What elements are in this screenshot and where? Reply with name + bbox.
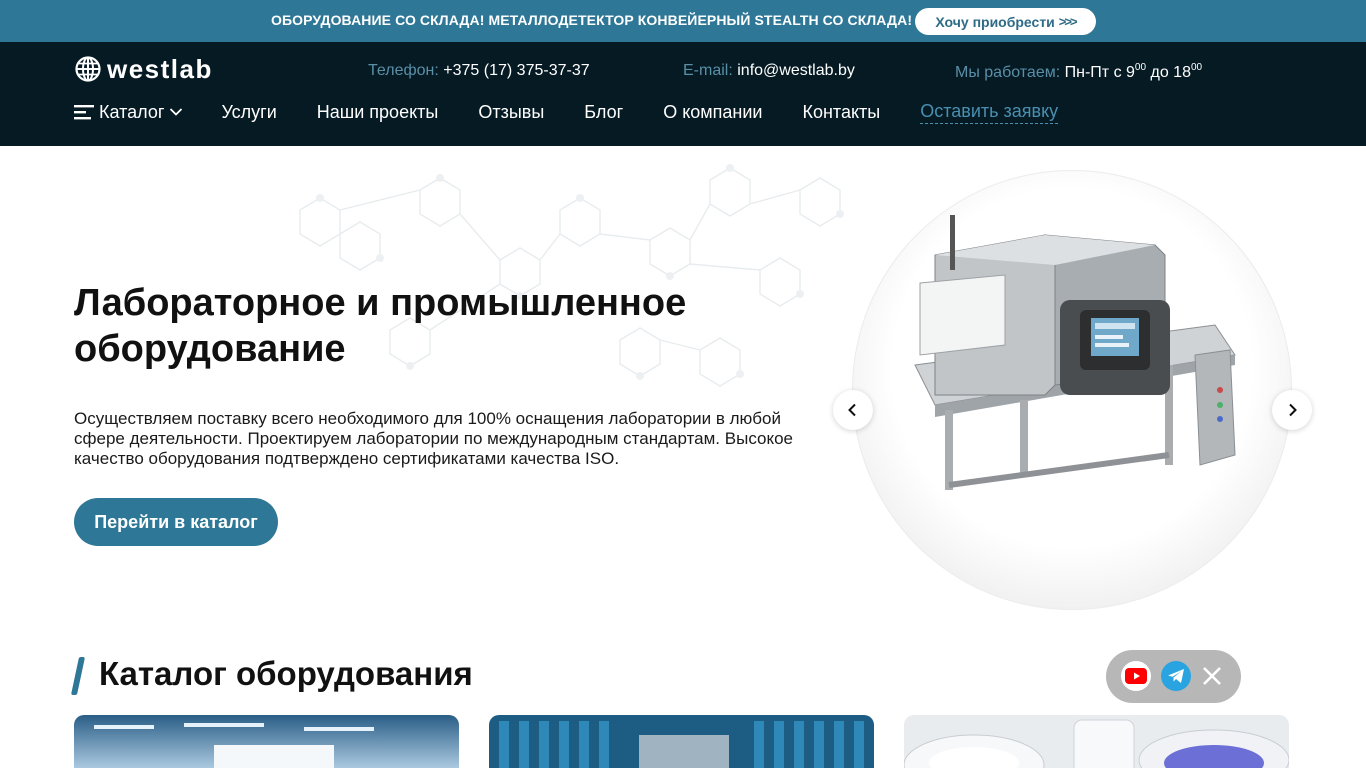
nav-projects[interactable]: Наши проекты [317,102,439,123]
close-widget-button[interactable] [1197,661,1227,691]
working-hours: Мы работаем: Пн-Пт с 900 до 1800 [955,62,1202,82]
slider-next-button[interactable] [1272,390,1312,430]
chevron-down-icon [170,108,183,116]
slider-prev-button[interactable] [833,390,873,430]
youtube-icon [1125,668,1147,684]
card-image-emc [489,715,874,768]
hero-title: Лабораторное и промышленное оборудование [74,282,687,370]
want-to-buy-button[interactable]: Хочу приобрести >>> [915,8,1096,35]
nav-leave-request[interactable]: Оставить заявку [920,101,1059,124]
nav-services[interactable]: Услуги [221,102,276,123]
section-accent-bar [70,657,86,695]
phone-label: Телефон: [368,62,439,79]
email-label: E-mail: [683,62,733,79]
metal-detector-image [914,215,1236,490]
want-to-buy-label: Хочу приобрести [935,13,1055,30]
close-icon [1203,667,1221,685]
email-link[interactable]: info@westlab.by [737,62,855,79]
hero-description: Осуществляем поставку всего необходимого… [74,409,793,468]
telegram-icon [1168,669,1184,683]
catalog-card-materials[interactable] [904,715,1289,768]
card-image-materials [904,715,1289,768]
nav-about[interactable]: О компании [663,102,762,123]
catalog-card-lab[interactable] [74,715,459,768]
hours-open-sup: 00 [1134,62,1147,73]
nav-contacts[interactable]: Контакты [802,102,880,123]
hours-days: Пн-Пт с 9 [1064,64,1135,81]
catalog-card-emc[interactable] [489,715,874,768]
promo-text: ОБОРУДОВАНИЕ СО СКЛАДА! МЕТАЛЛОДЕТЕКТОР … [271,12,913,28]
social-widget [1106,650,1241,703]
nav-catalog-label: Каталог [99,101,165,122]
menu-icon [74,105,94,120]
nav-catalog[interactable]: Каталог [74,102,183,123]
logo[interactable]: westlab [75,56,213,82]
hours-to: до 18 [1150,64,1191,81]
triple-chevron-icon: >>> [1058,14,1078,29]
telegram-button[interactable] [1161,661,1191,691]
chevron-right-icon [1289,403,1297,417]
site-header: westlab Телефон: +375 (17) 375-37-37 E-m… [0,42,1366,146]
chevron-left-icon [848,403,856,417]
phone-link[interactable]: +375 (17) 375-37-37 [443,62,589,79]
promo-bar: ОБОРУДОВАНИЕ СО СКЛАДА! МЕТАЛЛОДЕТЕКТОР … [0,0,1366,42]
card-image-lab [74,715,459,768]
email-contact: E-mail: info@westlab.by [683,62,855,80]
youtube-button[interactable] [1121,661,1151,691]
phone-contact: Телефон: +375 (17) 375-37-37 [368,62,590,80]
nav-reviews[interactable]: Отзывы [478,102,544,123]
main-nav: Каталог Услуги Наши проекты Отзывы Блог … [74,100,1098,124]
globe-icon [75,56,101,82]
hours-label: Мы работаем: [955,64,1061,81]
nav-blog[interactable]: Блог [584,102,623,123]
hours-close-sup: 00 [1190,62,1203,73]
logo-text: westlab [107,54,213,84]
catalog-section-title: Каталог оборудования [99,655,473,692]
go-to-catalog-button[interactable]: Перейти в каталог [74,498,278,546]
